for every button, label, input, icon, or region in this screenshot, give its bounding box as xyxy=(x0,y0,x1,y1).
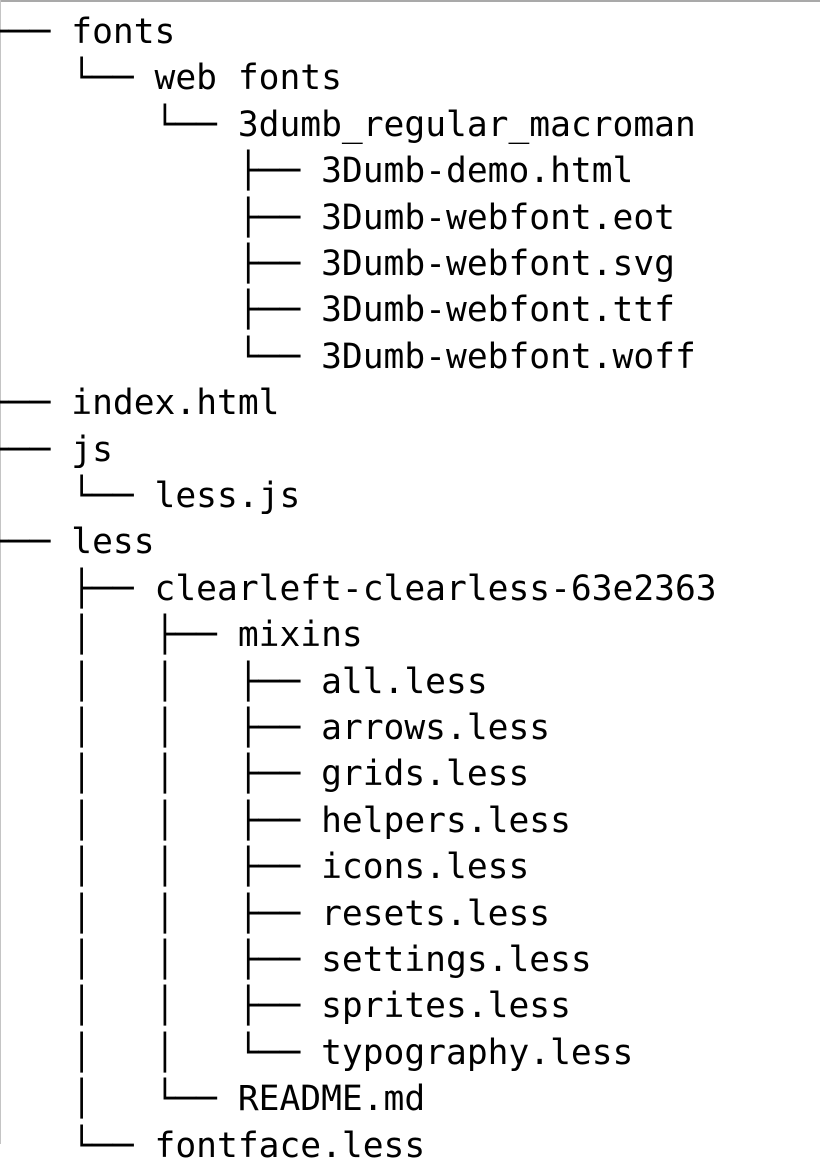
folder-name: js xyxy=(71,429,113,470)
tree-guide-lines: │ ├── xyxy=(0,244,322,284)
tree-folder-item[interactable]: │ └── web fonts xyxy=(0,56,342,101)
tree-folder-item[interactable]: ├── clearleft-clearless-63e2363 xyxy=(0,567,717,612)
tree-folder-item[interactable]: └── less xyxy=(0,520,155,565)
tree-guide-lines: │ │ ├── xyxy=(0,754,322,795)
file-name: 3Dumb-demo.html xyxy=(321,151,634,192)
file-name: less.js xyxy=(154,476,301,516)
file-name: helpers.less xyxy=(321,800,571,841)
tree-guide-lines: │ └── xyxy=(0,336,322,377)
tree-file-item[interactable]: │ └── less.js xyxy=(0,474,300,519)
tree-file-item[interactable]: │ │ ├── icons.less xyxy=(0,845,529,890)
tree-folder-item[interactable]: │ ├── mixins xyxy=(0,613,363,658)
folder-name: mixins xyxy=(237,615,363,656)
file-name: 3Dumb-webfont.ttf xyxy=(321,290,675,331)
tree-file-item[interactable]: │ └── README.md xyxy=(0,1077,425,1122)
tree-file-item[interactable]: │ │ └── typography.less xyxy=(0,1031,633,1076)
tree-guide-lines: │ │ ├── xyxy=(0,708,322,748)
tree-guide-lines: │ └── xyxy=(0,104,238,145)
tree-folder-item[interactable]: ├── js xyxy=(0,428,113,473)
file-name: settings.less xyxy=(321,940,592,980)
file-name: README.md xyxy=(237,1079,426,1120)
folder-name: 3dumb_regular_macroman xyxy=(237,104,696,145)
tree-guide-lines: │ │ ├── xyxy=(0,847,322,888)
tree-guide-lines: │ ├── xyxy=(0,197,322,238)
file-name: grids.less xyxy=(321,754,530,795)
tree-guide-lines: └── xyxy=(0,1125,155,1166)
file-name: arrows.less xyxy=(321,708,551,748)
file-name: 3Dumb-webfont.woff xyxy=(321,336,696,377)
file-tree: ├── fonts│ └── web fonts│ └── 3dumb_regu… xyxy=(0,0,820,1166)
file-name: index.html xyxy=(71,383,280,424)
tree-guide-lines: ├── xyxy=(0,429,51,470)
tree-guide-lines: │ └── xyxy=(0,58,155,99)
tree-guide-lines: │ └── xyxy=(0,476,155,516)
tree-guide-lines: │ └── xyxy=(0,1079,238,1120)
folder-name: fonts xyxy=(71,12,176,52)
tree-folder-item[interactable]: ├── fonts xyxy=(0,10,175,55)
file-name: 3Dumb-webfont.svg xyxy=(321,244,675,284)
file-name: fontface.less xyxy=(154,1125,426,1166)
tree-file-item[interactable]: │ │ ├── all.less xyxy=(0,660,488,705)
tree-guide-lines: │ │ ├── xyxy=(0,986,322,1027)
folder-name: less xyxy=(71,522,155,563)
tree-guide-lines: │ │ ├── xyxy=(0,661,322,702)
tree-guide-lines: ├── xyxy=(0,12,51,52)
tree-file-item[interactable]: │ ├── 3Dumb-webfont.svg xyxy=(0,242,675,287)
tree-guide-lines: │ │ ├── xyxy=(0,940,322,980)
tree-file-item[interactable]: │ ├── 3Dumb-webfont.ttf xyxy=(0,288,675,333)
tree-file-item[interactable]: │ │ ├── arrows.less xyxy=(0,706,550,751)
tree-file-item[interactable]: │ │ ├── settings.less xyxy=(0,938,592,983)
file-name: sprites.less xyxy=(321,986,571,1027)
tree-guide-lines: ├── xyxy=(0,568,155,609)
file-name: 3Dumb-webfont.eot xyxy=(321,197,675,238)
tree-folder-item[interactable]: │ └── 3dumb_regular_macroman xyxy=(0,103,696,148)
tree-file-item[interactable]: │ └── 3Dumb-webfont.woff xyxy=(0,335,696,380)
file-name: icons.less xyxy=(321,847,530,888)
tree-file-item[interactable]: │ │ ├── helpers.less xyxy=(0,799,571,844)
tree-file-item[interactable]: │ │ ├── resets.less xyxy=(0,892,550,937)
tree-guide-lines: │ ├── xyxy=(0,615,238,656)
tree-file-item[interactable]: ├── index.html xyxy=(0,381,279,426)
file-name: resets.less xyxy=(321,893,551,934)
tree-guide-lines: │ │ └── xyxy=(0,1032,322,1073)
tree-file-item[interactable]: │ │ ├── sprites.less xyxy=(0,984,571,1029)
folder-name: clearleft-clearless-63e2363 xyxy=(154,568,717,609)
tree-guide-lines: │ ├── xyxy=(0,151,322,192)
tree-file-item[interactable]: │ ├── 3Dumb-webfont.eot xyxy=(0,196,675,241)
tree-guide-lines: │ ├── xyxy=(0,290,322,331)
tree-guide-lines: │ │ ├── xyxy=(0,893,322,934)
tree-guide-lines: └── xyxy=(0,522,51,563)
tree-guide-lines: │ │ ├── xyxy=(0,800,322,841)
tree-file-item[interactable]: │ │ ├── grids.less xyxy=(0,752,529,797)
file-name: all.less xyxy=(321,661,488,702)
tree-guide-lines: ├── xyxy=(0,383,51,424)
tree-file-item[interactable]: └── fontface.less xyxy=(0,1124,425,1169)
tree-file-item[interactable]: │ ├── 3Dumb-demo.html xyxy=(0,149,633,194)
folder-name: web fonts xyxy=(154,58,342,99)
file-name: typography.less xyxy=(321,1032,634,1073)
